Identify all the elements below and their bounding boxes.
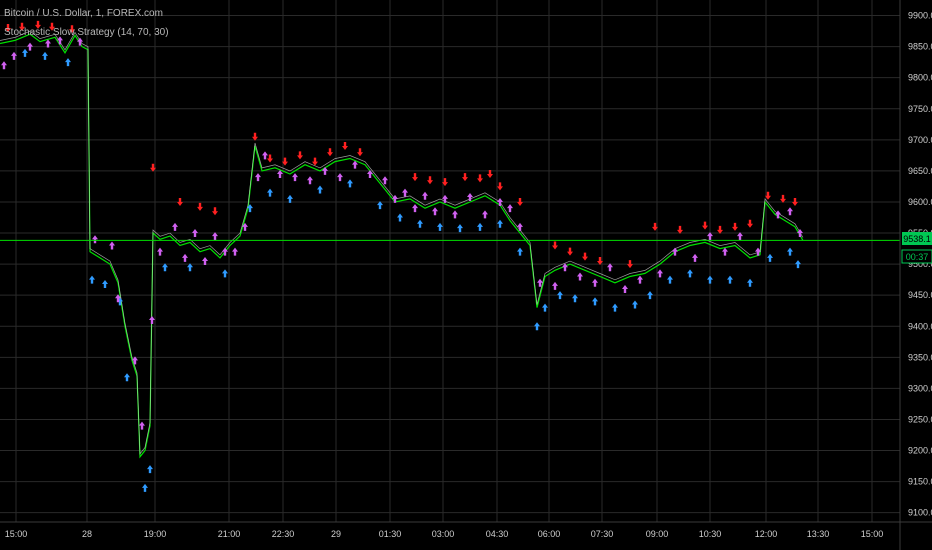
last-price-value: 9538.1 [903, 234, 931, 244]
y-tick-label: 9900.0 [908, 11, 932, 21]
y-tick-label: 9800.0 [908, 73, 932, 83]
x-tick-label: 12:00 [755, 529, 778, 539]
x-tick-label: 19:00 [144, 529, 167, 539]
x-tick-label: 15:00 [5, 529, 28, 539]
y-tick-label: 9600.0 [908, 197, 932, 207]
y-tick-label: 9400.0 [908, 321, 932, 331]
x-tick-label: 01:30 [379, 529, 402, 539]
x-tick-label: 29 [331, 529, 341, 539]
price-chart[interactable]: 9100.0 9150.0 9200.0 9250.0 9300.0 9350.0 9400… [0, 0, 932, 550]
y-tick-label: 9450.0 [908, 290, 932, 300]
indicator-title[interactable]: Stochastic Slow Strategy (14, 70, 30) [4, 27, 169, 38]
y-tick-label: 9250.0 [908, 414, 932, 424]
y-tick-label: 9150.0 [908, 477, 932, 487]
y-tick-label: 9100.0 [908, 508, 932, 518]
y-tick-label: 9350.0 [908, 352, 932, 362]
bar-countdown: 00:37 [906, 252, 929, 262]
x-tick-label: 13:30 [807, 529, 830, 539]
y-tick-label: 9300.0 [908, 383, 932, 393]
x-tick-label: 22:30 [272, 529, 295, 539]
y-tick-label: 9200.0 [908, 446, 932, 456]
y-tick-label: 9750.0 [908, 104, 932, 114]
x-tick-label: 04:30 [486, 529, 509, 539]
x-tick-label: 09:00 [646, 529, 669, 539]
x-tick-label: 15:00 [861, 529, 884, 539]
x-tick-label: 03:00 [432, 529, 455, 539]
x-tick-label: 06:00 [538, 529, 561, 539]
y-tick-label: 9650.0 [908, 166, 932, 176]
symbol-title[interactable]: Bitcoin / U.S. Dollar, 1, FOREX.com [4, 8, 163, 19]
y-tick-label: 9700.0 [908, 135, 932, 145]
x-tick-label: 07:30 [591, 529, 614, 539]
x-tick-label: 21:00 [218, 529, 241, 539]
y-tick-label: 9850.0 [908, 42, 932, 52]
x-tick-label: 28 [82, 529, 92, 539]
chart-background [0, 0, 932, 550]
x-tick-label: 10:30 [699, 529, 722, 539]
